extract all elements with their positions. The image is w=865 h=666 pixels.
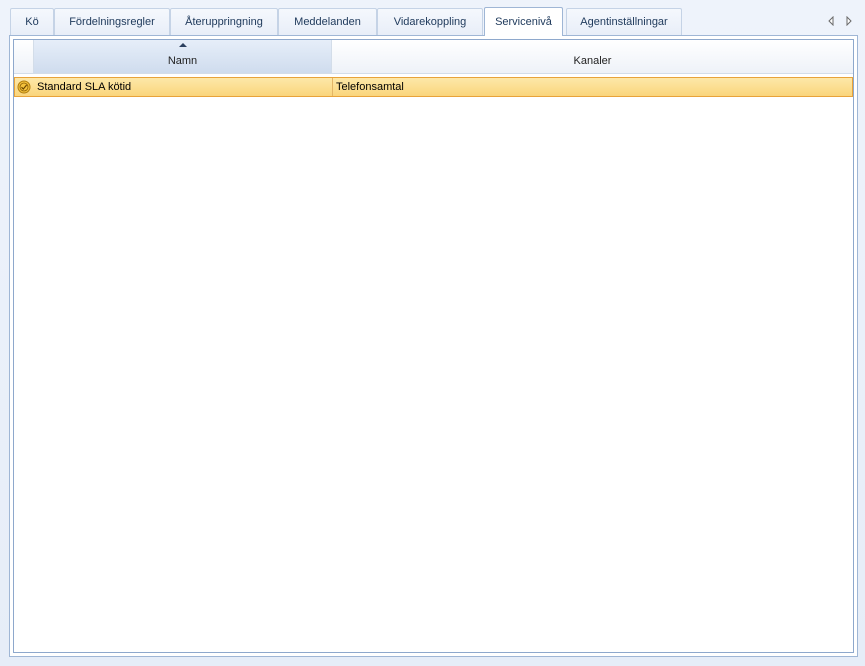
tab-fordelningsregler[interactable]: Fördelningsregler [54, 8, 170, 35]
service-level-grid: Namn Kanaler Standard SLA kötid Telefons… [13, 39, 854, 653]
tab-vidarekoppling[interactable]: Vidarekoppling [377, 8, 483, 35]
tab-ateruppringning[interactable]: Återuppringning [170, 8, 278, 35]
tab-strip: Kö Fördelningsregler Återuppringning Med… [10, 7, 860, 36]
tab-scroll-right-icon[interactable] [842, 14, 856, 28]
cell-channels: Telefonsamtal [336, 81, 404, 93]
tab-meddelanden[interactable]: Meddelanden [278, 8, 377, 35]
cell-name: Standard SLA kötid [33, 78, 333, 96]
tab-label: Återuppringning [185, 16, 263, 28]
column-label: Namn [167, 55, 198, 67]
tab-ko[interactable]: Kö [10, 8, 54, 35]
window-frame: Kö Fördelningsregler Återuppringning Med… [0, 0, 865, 666]
column-header-namn[interactable]: Namn [34, 40, 332, 73]
sort-ascending-icon [178, 43, 187, 47]
sla-clock-icon [17, 80, 31, 94]
tab-scroll-left-icon[interactable] [824, 14, 838, 28]
tab-label: Agentinställningar [580, 16, 668, 28]
column-label: Kanaler [573, 55, 612, 67]
column-header-kanaler[interactable]: Kanaler [332, 40, 853, 73]
tab-label: Kö [25, 16, 39, 28]
grid-header: Namn Kanaler [14, 40, 853, 74]
tab-content-panel: Namn Kanaler Standard SLA kötid Telefons… [9, 35, 858, 657]
table-row[interactable]: Standard SLA kötid Telefonsamtal [14, 77, 853, 97]
row-indicator-header [14, 40, 34, 73]
tab-label: Vidarekoppling [393, 16, 467, 28]
tab-servicenivaa[interactable]: Servicenivå [484, 7, 563, 36]
tab-label: Meddelanden [294, 16, 361, 28]
tab-agentinstallningar[interactable]: Agentinställningar [566, 8, 682, 35]
tab-label: Fördelningsregler [69, 16, 155, 28]
tab-label: Servicenivå [495, 16, 552, 28]
